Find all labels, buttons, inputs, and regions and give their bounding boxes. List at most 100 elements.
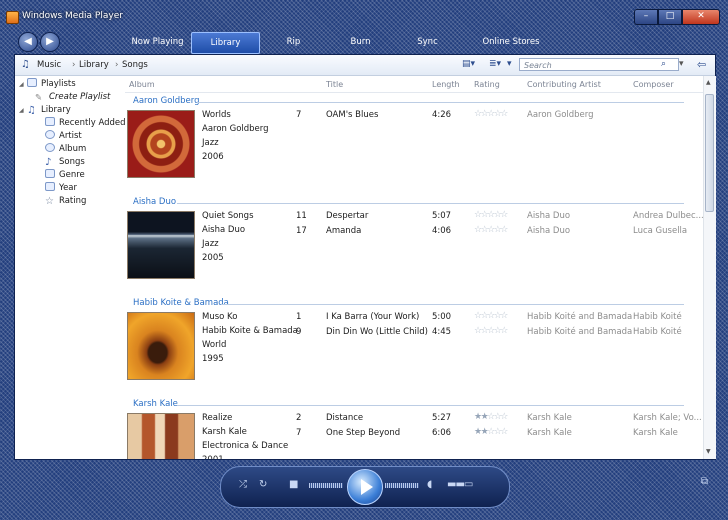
nav-genre-label: Genre [59, 170, 85, 180]
album-artist[interactable]: Aisha Duo [202, 225, 245, 235]
tab-sync[interactable]: Sync [394, 32, 461, 52]
album-artist[interactable]: Aaron Goldberg [202, 124, 269, 134]
column-contributing-artist[interactable]: Contributing Artist [527, 80, 601, 89]
album-icon [45, 143, 55, 152]
group-divider [197, 102, 684, 103]
next-button[interactable] [385, 483, 419, 488]
album-year[interactable]: 2001 [202, 455, 224, 459]
nav-genre[interactable]: Genre [45, 169, 85, 182]
tab-library[interactable]: Library [191, 32, 260, 54]
previous-button[interactable] [309, 483, 343, 488]
rating-stars[interactable]: ★★☆☆☆ [474, 412, 508, 422]
layout-options-icon[interactable]: ≣▾ [489, 59, 501, 69]
nav-library[interactable]: ◢ ♫ Library [19, 104, 71, 117]
song-icon: ♪ [45, 157, 52, 168]
nav-recently-added[interactable]: Recently Added [45, 117, 126, 130]
column-header: Album Title Length Rating Contributing A… [125, 76, 715, 93]
volume-slider[interactable]: ▬▬▭ [447, 479, 473, 490]
scroll-down-icon[interactable]: ▼ [706, 448, 711, 455]
track-number: 7 [296, 428, 302, 438]
back-arrow-icon[interactable]: ⇦ [697, 58, 706, 71]
rating-stars[interactable]: ☆☆☆☆☆ [474, 109, 508, 119]
column-rating[interactable]: Rating [474, 80, 500, 89]
tab-burn[interactable]: Burn [327, 32, 394, 52]
vertical-scrollbar[interactable]: ▲ ▼ [703, 76, 716, 459]
nav-rating[interactable]: ☆ Rating [45, 195, 86, 208]
album-art[interactable] [127, 211, 195, 279]
scroll-thumb[interactable] [705, 94, 714, 212]
breadcrumb-songs[interactable]: Songs [122, 60, 148, 70]
album-artist[interactable]: Karsh Kale [202, 427, 247, 437]
breadcrumb-library[interactable]: Library [79, 60, 109, 70]
forward-button[interactable]: ▶ [40, 32, 60, 52]
group-header[interactable]: Habib Koite & Bamada [133, 298, 229, 308]
track-title: One Step Beyond [326, 428, 401, 438]
album-genre[interactable]: Jazz [202, 138, 219, 148]
column-composer[interactable]: Composer [633, 80, 674, 89]
track-number: 2 [296, 413, 302, 423]
album-artist[interactable]: Habib Koite & Bamada [202, 326, 298, 336]
column-length[interactable]: Length [432, 80, 460, 89]
rating-stars[interactable]: ☆☆☆☆☆ [474, 210, 508, 220]
album-year[interactable]: 2005 [202, 253, 224, 263]
tab-online-stores[interactable]: Online Stores [461, 32, 561, 52]
column-album[interactable]: Album [129, 80, 155, 89]
track-number: 11 [296, 211, 307, 221]
stop-icon[interactable]: ■ [289, 479, 298, 490]
track-length: 6:06 [432, 428, 452, 438]
album-title[interactable]: Muso Ko [202, 312, 237, 322]
title-bar: Windows Media Player – □ ✕ [0, 0, 728, 28]
group-header[interactable]: Aaron Goldberg [133, 96, 200, 106]
album-title[interactable]: Worlds [202, 110, 231, 120]
maximize-button[interactable]: □ [658, 9, 682, 25]
shuffle-icon[interactable]: ⤮ [239, 479, 247, 490]
tab-now-playing[interactable]: Now Playing [124, 32, 191, 52]
album-genre[interactable]: Jazz [202, 239, 219, 249]
nav-playlists[interactable]: ◢ Playlists [19, 78, 76, 91]
breadcrumb-separator-icon: › [72, 60, 76, 70]
breadcrumb-music[interactable]: Music [37, 60, 61, 70]
search-icon[interactable]: ⌕ [661, 59, 666, 69]
rating-stars[interactable]: ★★☆☆☆ [474, 427, 508, 437]
album-year[interactable]: 1995 [202, 354, 224, 364]
media-player-icon [6, 11, 19, 24]
track-artist: Karsh Kale [527, 413, 572, 423]
album-title[interactable]: Realize [202, 413, 232, 423]
rating-stars[interactable]: ☆☆☆☆☆ [474, 311, 508, 321]
minimize-button[interactable]: – [634, 9, 658, 25]
player-window: Windows Media Player – □ ✕ ◀ ▶ Now Playi… [0, 0, 728, 520]
play-button[interactable] [347, 469, 383, 505]
group-header[interactable]: Aisha Duo [133, 197, 176, 207]
back-button[interactable]: ◀ [18, 32, 38, 52]
album-year[interactable]: 2006 [202, 152, 224, 162]
rating-stars[interactable]: ☆☆☆☆☆ [474, 326, 508, 336]
mute-icon[interactable]: ◖ [427, 479, 432, 490]
nav-album[interactable]: Album [45, 143, 86, 156]
track-artist: Karsh Kale [527, 428, 572, 438]
album-genre[interactable]: Electronica & Dance [202, 441, 288, 451]
scroll-up-icon[interactable]: ▲ [706, 79, 711, 86]
album-art[interactable] [127, 312, 195, 380]
repeat-icon[interactable]: ↻ [259, 479, 267, 490]
column-title[interactable]: Title [326, 80, 343, 89]
album-art[interactable] [127, 413, 195, 459]
close-button[interactable]: ✕ [682, 9, 720, 25]
more-options-icon[interactable]: ▾ [507, 59, 512, 69]
search-dropdown-icon[interactable]: ▾ [679, 59, 684, 69]
track-artist: Aisha Duo [527, 226, 571, 236]
nav-year[interactable]: Year [45, 182, 77, 195]
album-art[interactable] [127, 110, 195, 178]
album-title[interactable]: Quiet Songs [202, 211, 254, 221]
track-composer: Habib Koité [633, 327, 682, 337]
album-genre[interactable]: World [202, 340, 226, 350]
group-header[interactable]: Karsh Kale [133, 399, 178, 409]
nav-artist[interactable]: Artist [45, 130, 82, 143]
track-artist: Aaron Goldberg [527, 110, 594, 120]
search-input[interactable]: Search [519, 58, 679, 71]
nav-songs[interactable]: ♪ Songs [45, 156, 85, 169]
view-options-icon[interactable]: ▤▾ [462, 59, 475, 69]
nav-create-playlist[interactable]: ✎ Create Playlist [35, 91, 110, 104]
switch-to-now-playing-icon[interactable]: ⧉ [701, 476, 708, 487]
rating-stars[interactable]: ☆☆☆☆☆ [474, 225, 508, 235]
tab-rip[interactable]: Rip [260, 32, 327, 52]
